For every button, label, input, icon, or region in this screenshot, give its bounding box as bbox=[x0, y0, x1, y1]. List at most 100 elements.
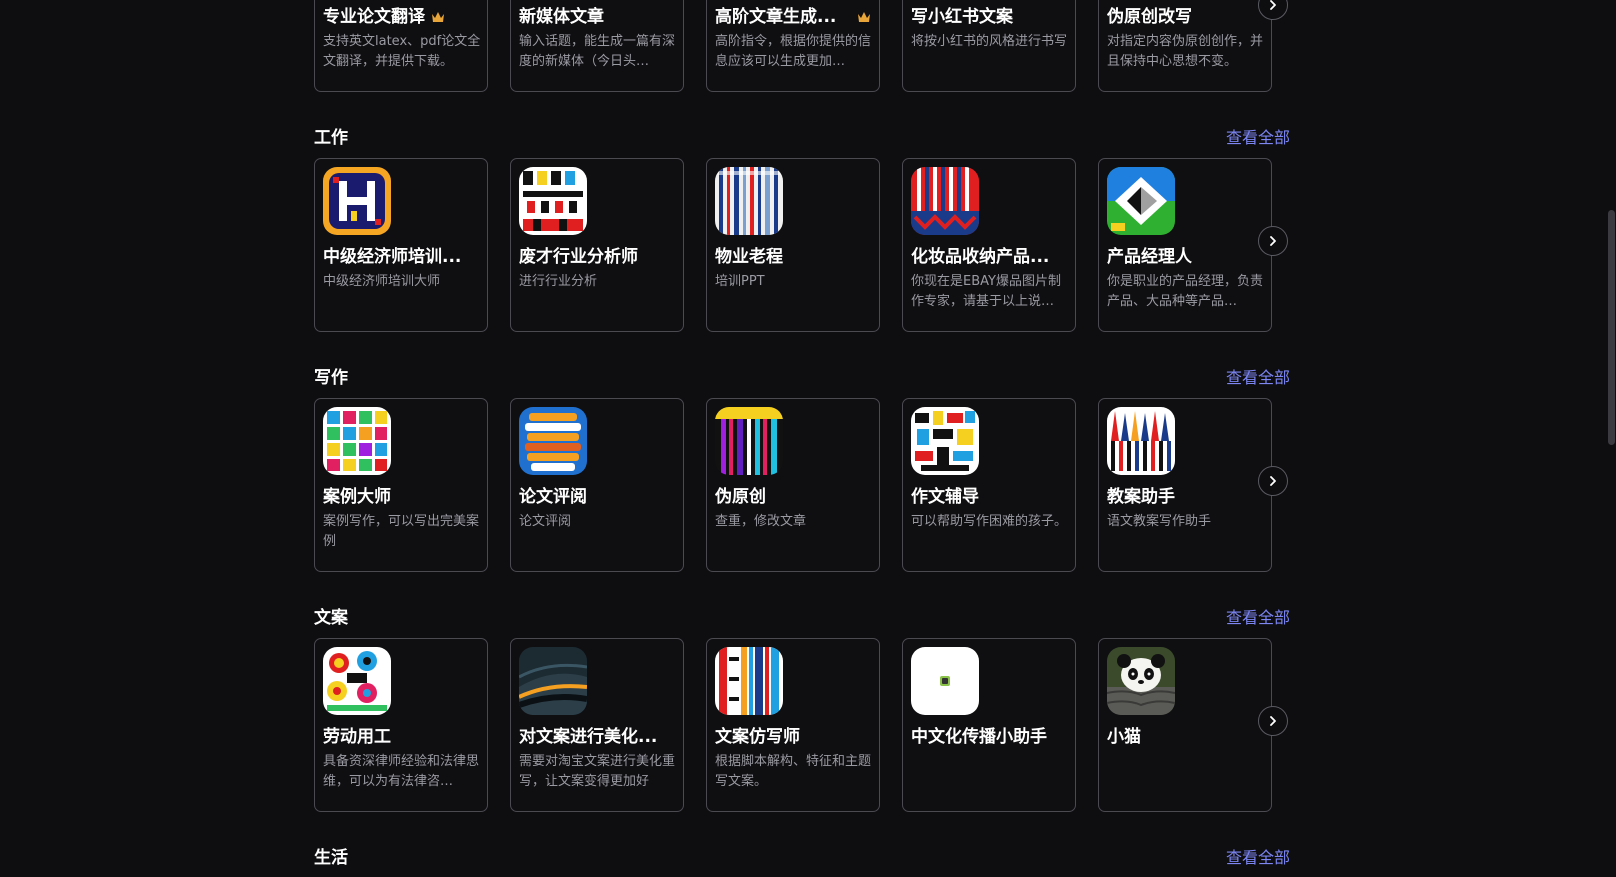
agent-card[interactable]: 对文案进行美化... 需要对淘宝文案进行美化重写，让文案变得更加好 bbox=[510, 638, 684, 812]
chevron-right-icon bbox=[1270, 0, 1276, 10]
card-row: 劳动用工 具备资深律师经验和法律思维，可以为有法律咨… 对文案进行美化... 需… bbox=[314, 638, 1274, 815]
card-row: 案例大师 案例写作，可以写出完美案例 论文评阅 论文评阅 伪原创 查重，修改文章 bbox=[314, 398, 1274, 575]
card-description: 培训PPT bbox=[715, 274, 765, 289]
next-arrow-button[interactable] bbox=[1258, 706, 1288, 736]
card-name: 论文评阅 bbox=[519, 487, 587, 507]
card-name: 作文辅导 bbox=[911, 487, 979, 507]
next-arrow-button[interactable] bbox=[1258, 466, 1288, 496]
agent-card[interactable]: 伪原创 查重，修改文章 bbox=[706, 398, 880, 572]
top-partial-row: 专业论文翻译 支持英文latex、pdf论文全文翻译，并提供下载。 新媒体文章 … bbox=[314, 0, 1274, 95]
panda-icon bbox=[1107, 647, 1175, 715]
geometric-logo-icon bbox=[1107, 167, 1175, 235]
card-name: 专业论文翻译 bbox=[323, 7, 425, 27]
card-description: 具备资深律师经验和法律思维，可以为有法律咨… bbox=[323, 754, 480, 789]
agent-card[interactable]: 写小红书文案 将按小红书的风格进行书写 bbox=[902, 0, 1076, 92]
agent-card[interactable]: 高阶文章生成... 高阶指令，根据你提供的信息应该可以生成更加… bbox=[706, 0, 880, 92]
colored-columns-icon bbox=[715, 647, 783, 715]
card-name: 废才行业分析师 bbox=[519, 247, 638, 267]
agent-card[interactable]: 伪原创改写 对指定内容伪原创创作，并且保持中心思想不变。 bbox=[1098, 0, 1272, 92]
card-description: 可以帮助写作困难的孩子。 bbox=[911, 514, 1068, 529]
chevron-right-icon bbox=[1270, 236, 1276, 246]
agent-card[interactable]: 专业论文翻译 支持英文latex、pdf论文全文翻译，并提供下载。 bbox=[314, 0, 488, 92]
stacked-layers-icon bbox=[519, 407, 587, 475]
scrollbar-track[interactable] bbox=[1606, 0, 1616, 877]
small-square-logo-icon bbox=[911, 647, 979, 715]
view-all-link[interactable]: 查看全部 bbox=[1226, 366, 1290, 390]
agent-card[interactable]: 作文辅导 可以帮助写作困难的孩子。 bbox=[902, 398, 1076, 572]
card-name: 化妆品收纳产品... bbox=[911, 247, 1050, 267]
agent-card[interactable]: 论文评阅 论文评阅 bbox=[510, 398, 684, 572]
vertical-bars-icon bbox=[715, 407, 783, 475]
card-description: 中级经济师培训大师 bbox=[323, 274, 441, 289]
agent-card[interactable]: 产品经理人 你是职业的产品经理，负责产品、大品种等产品… bbox=[1098, 158, 1272, 332]
pixel-art-h-icon bbox=[323, 167, 391, 235]
chevron-right-icon bbox=[1270, 476, 1276, 486]
card-name: 劳动用工 bbox=[323, 727, 391, 747]
crown-icon bbox=[432, 12, 444, 22]
agent-card[interactable]: 案例大师 案例写作，可以写出完美案例 bbox=[314, 398, 488, 572]
section-header: 生活 查看全部 bbox=[314, 846, 1290, 870]
card-description: 语文教案写作助手 bbox=[1107, 514, 1212, 529]
card-description: 根据脚本解构、特征和主题写文案。 bbox=[715, 754, 872, 789]
card-name: 伪原创 bbox=[715, 487, 766, 507]
card-description: 论文评阅 bbox=[519, 514, 572, 529]
card-description: 对指定内容伪原创创作，并且保持中心思想不变。 bbox=[1107, 34, 1264, 69]
agent-card[interactable]: 劳动用工 具备资深律师经验和法律思维，可以为有法律咨… bbox=[314, 638, 488, 812]
card-description: 支持英文latex、pdf论文全文翻译，并提供下载。 bbox=[323, 34, 481, 69]
card-name: 新媒体文章 bbox=[519, 7, 604, 27]
card-description: 你现在是EBAY爆品图片制作专家，请基于以上说… bbox=[911, 274, 1061, 309]
agent-card[interactable]: 中级经济师培训... 中级经济师培训大师 bbox=[314, 158, 488, 332]
view-all-link[interactable]: 查看全部 bbox=[1226, 606, 1290, 630]
agent-card[interactable]: 废才行业分析师 进行行业分析 bbox=[510, 158, 684, 332]
agent-card[interactable]: 小猫 bbox=[1098, 638, 1272, 812]
card-name: 中文化传播小助手 bbox=[911, 727, 1047, 747]
card-description: 将按小红书的风格进行书写 bbox=[911, 34, 1068, 49]
agent-card[interactable]: 教案助手 语文教案写作助手 bbox=[1098, 398, 1272, 572]
card-description: 高阶指令，根据你提供的信息应该可以生成更加… bbox=[715, 34, 872, 69]
section-title: 写作 bbox=[314, 368, 348, 388]
next-arrow-button[interactable] bbox=[1258, 226, 1288, 256]
card-name: 文案仿写师 bbox=[715, 727, 800, 747]
agent-card[interactable]: 物业老程 培训PPT bbox=[706, 158, 880, 332]
card-description: 进行行业分析 bbox=[519, 274, 598, 289]
glitch-pattern-icon bbox=[911, 407, 979, 475]
view-all-link[interactable]: 查看全部 bbox=[1226, 846, 1290, 870]
card-description: 你是职业的产品经理，负责产品、大品种等产品… bbox=[1107, 274, 1264, 309]
section-header: 写作 查看全部 bbox=[314, 366, 1290, 390]
card-description: 查重，修改文章 bbox=[715, 514, 807, 529]
section-title: 文案 bbox=[314, 608, 348, 628]
pixel-art-blocks-icon bbox=[519, 167, 587, 235]
mosaic-pattern-icon bbox=[323, 647, 391, 715]
view-all-link[interactable]: 查看全部 bbox=[1226, 126, 1290, 150]
card-name: 中级经济师培训... bbox=[323, 247, 462, 267]
card-name: 产品经理人 bbox=[1107, 247, 1192, 267]
card-name: 写小红书文案 bbox=[911, 7, 1013, 27]
agent-card[interactable]: 化妆品收纳产品... 你现在是EBAY爆品图片制作专家，请基于以上说… bbox=[902, 158, 1076, 332]
card-name: 高阶文章生成... bbox=[715, 7, 837, 27]
card-name: 物业老程 bbox=[715, 247, 783, 267]
striped-pattern-icon bbox=[715, 167, 783, 235]
card-description: 案例写作，可以写出完美案例 bbox=[323, 514, 480, 549]
agent-card[interactable]: 中文化传播小助手 bbox=[902, 638, 1076, 812]
card-description: 需要对淘宝文案进行美化重写，让文案变得更加好 bbox=[519, 754, 676, 789]
scrollbar-thumb[interactable] bbox=[1608, 210, 1615, 445]
card-name: 对文案进行美化... bbox=[519, 727, 658, 747]
red-stripes-icon bbox=[911, 167, 979, 235]
spikes-pattern-icon bbox=[1107, 407, 1175, 475]
card-name: 伪原创改写 bbox=[1107, 7, 1192, 27]
page: 专业论文翻译 支持英文latex、pdf论文全文翻译，并提供下载。 新媒体文章 … bbox=[0, 0, 1616, 877]
card-name: 小猫 bbox=[1107, 727, 1141, 747]
card-name: 教案助手 bbox=[1107, 487, 1175, 507]
agent-card[interactable]: 文案仿写师 根据脚本解构、特征和主题写文案。 bbox=[706, 638, 880, 812]
section-header: 工作 查看全部 bbox=[314, 126, 1290, 150]
card-row: 中级经济师培训... 中级经济师培训大师 废才行业分析师 进行行业分析 物业老程… bbox=[314, 158, 1274, 335]
card-description: 输入话题，能生成一篇有深度的新媒体（今日头… bbox=[519, 34, 676, 69]
chevron-right-icon bbox=[1270, 716, 1276, 726]
section-title: 工作 bbox=[314, 128, 348, 148]
curved-lines-icon bbox=[519, 647, 587, 715]
agent-card[interactable]: 新媒体文章 输入话题，能生成一篇有深度的新媒体（今日头… bbox=[510, 0, 684, 92]
section-title: 生活 bbox=[314, 848, 348, 868]
crown-icon bbox=[858, 12, 870, 22]
card-name: 案例大师 bbox=[323, 487, 391, 507]
color-grid-icon bbox=[323, 407, 391, 475]
